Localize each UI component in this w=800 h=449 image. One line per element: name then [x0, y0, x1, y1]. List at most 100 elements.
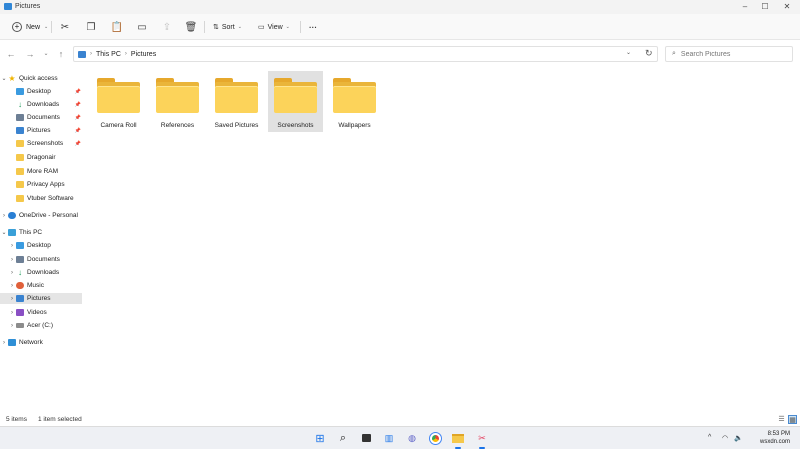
snipping-tool-icon[interactable]: ✂ [475, 431, 489, 445]
chevron-right-icon[interactable]: › [0, 213, 8, 219]
breadcrumb-separator-icon: › [124, 51, 127, 57]
view-button[interactable]: ▭ View ⌄ [258, 20, 290, 34]
search-icon: ⌕ [672, 50, 676, 57]
search-box[interactable]: ⌕ [665, 46, 793, 62]
sidebar-item-pc-drive[interactable]: › Acer (C:) [0, 320, 82, 331]
pin-icon[interactable]: 📌 [74, 115, 82, 121]
sidebar-item-vtuber-software[interactable]: Vtuber Software [0, 193, 82, 204]
sidebar-item-label: Pictures [27, 295, 51, 302]
chevron-right-icon[interactable]: › [0, 340, 8, 346]
minimize-icon[interactable]: – [736, 1, 754, 13]
pin-icon[interactable]: 📌 [74, 128, 82, 134]
star-icon: ★ [8, 74, 16, 83]
sidebar-item-dragonair[interactable]: Dragonair [0, 152, 82, 163]
sidebar-item-label: Downloads [27, 101, 60, 108]
chevron-right-icon[interactable]: › [8, 283, 16, 289]
sidebar-item-this-pc[interactable]: ⌄ This PC [0, 227, 82, 238]
task-view-icon[interactable] [359, 431, 373, 445]
folder-name: References [160, 122, 195, 129]
sidebar-item-network[interactable]: › Network [0, 337, 82, 348]
sidebar-item-pc-downloads[interactable]: › ↓ Downloads [0, 267, 82, 278]
back-arrow-icon[interactable]: ← [5, 48, 17, 60]
chevron-down-icon: ⌄ [44, 24, 49, 30]
rename-icon[interactable]: ▭ [135, 20, 149, 34]
volume-icon[interactable]: 🔈 [734, 434, 743, 442]
sidebar-item-label: Privacy Apps [27, 181, 65, 188]
sidebar-item-label: Documents [27, 114, 60, 121]
sidebar-item-pc-desktop[interactable]: › Desktop [0, 240, 82, 251]
refresh-icon[interactable]: ↻ [645, 48, 653, 59]
chevron-right-icon[interactable]: › [8, 296, 16, 302]
documents-icon [16, 256, 24, 263]
pin-icon[interactable]: 📌 [74, 141, 82, 147]
folder-icon [16, 140, 24, 147]
sidebar-item-pc-videos[interactable]: › Videos [0, 307, 82, 318]
chevron-right-icon[interactable]: › [8, 243, 16, 249]
widgets-icon[interactable]: ▥ [382, 431, 396, 445]
more-options-icon[interactable]: ··· [306, 20, 320, 34]
folder-wallpapers[interactable]: Wallpapers [327, 71, 382, 132]
sidebar-item-label: Network [19, 339, 43, 346]
address-bar[interactable]: › This PC › Pictures [73, 46, 658, 62]
pictures-location-icon [78, 50, 86, 58]
wifi-icon[interactable]: ◠ [722, 434, 728, 442]
sidebar-item-downloads[interactable]: ↓ Downloads 📌 [0, 99, 82, 110]
sidebar-item-more-ram[interactable]: More RAM [0, 166, 82, 177]
paste-icon[interactable]: 📋 [110, 20, 124, 34]
sidebar-item-privacy-apps[interactable]: Privacy Apps [0, 179, 82, 190]
sidebar-item-pictures[interactable]: Pictures 📌 [0, 125, 82, 136]
details-view-icon[interactable]: ☰ [777, 415, 786, 424]
navigation-pane: ⌄ ★ Quick access Desktop 📌 ↓ Downloads 📌… [0, 70, 82, 412]
forward-arrow-icon[interactable]: → [24, 48, 36, 60]
system-clock[interactable]: 8:53 PM wsxdn.com [750, 430, 790, 446]
delete-icon[interactable]: 🗑 [184, 20, 198, 34]
chrome-icon[interactable] [428, 431, 442, 445]
folder-icon [16, 154, 24, 161]
maximize-icon[interactable]: ☐ [756, 1, 774, 13]
file-explorer-icon[interactable] [451, 431, 465, 445]
folder-name: Wallpapers [338, 122, 371, 129]
breadcrumb-this-pc[interactable]: This PC [96, 51, 121, 58]
chevron-down-icon[interactable]: ⌄ [0, 75, 8, 82]
breadcrumb-pictures[interactable]: Pictures [131, 51, 156, 58]
chevron-right-icon[interactable]: › [8, 270, 16, 276]
sidebar-item-quick-access[interactable]: ⌄ ★ Quick access [0, 73, 82, 84]
chevron-right-icon[interactable]: › [8, 310, 16, 316]
sort-button[interactable]: ⇅ Sort ⌄ [213, 20, 242, 34]
share-icon[interactable]: ⇪ [160, 20, 174, 34]
copy-icon[interactable]: ❐ [84, 20, 98, 34]
close-icon[interactable]: ✕ [778, 1, 796, 13]
chevron-right-icon[interactable]: › [8, 323, 16, 329]
address-history-chevron-icon[interactable]: ⌄ [626, 49, 631, 56]
sidebar-item-screenshots[interactable]: Screenshots 📌 [0, 138, 82, 149]
taskbar: ⊞ ⌕ ▥ ◍ ✂ ^ ◠ 🔈 8:53 PM wsxdn.com [0, 426, 800, 449]
folder-screenshots[interactable]: Screenshots [268, 71, 323, 132]
sidebar-item-label: Videos [27, 309, 47, 316]
search-input[interactable] [680, 50, 781, 58]
cut-icon[interactable]: ✂ [58, 20, 72, 34]
pin-icon[interactable]: 📌 [74, 102, 82, 108]
sort-icon: ⇅ [213, 24, 219, 31]
folder-camera-roll[interactable]: Camera Roll [91, 71, 146, 132]
chevron-right-icon[interactable]: › [8, 257, 16, 263]
folder-references[interactable]: References [150, 71, 205, 132]
start-icon[interactable]: ⊞ [313, 431, 327, 445]
sidebar-item-desktop[interactable]: Desktop 📌 [0, 86, 82, 97]
chat-icon[interactable]: ◍ [405, 431, 419, 445]
pin-icon[interactable]: 📌 [74, 89, 82, 95]
computer-icon [8, 229, 16, 236]
search-icon[interactable]: ⌕ [336, 431, 350, 445]
large-icons-view-icon[interactable]: ▦ [788, 415, 797, 424]
up-arrow-icon[interactable]: ↑ [55, 48, 67, 60]
sidebar-item-pc-music[interactable]: › Music [0, 280, 82, 291]
chevron-up-icon[interactable]: ^ [708, 434, 711, 441]
sidebar-item-pc-documents[interactable]: › Documents [0, 254, 82, 265]
recent-locations-icon[interactable]: ⌄ [40, 48, 52, 60]
folder-saved-pictures[interactable]: Saved Pictures [209, 71, 264, 132]
sidebar-item-label: Desktop [27, 88, 51, 95]
sidebar-item-onedrive[interactable]: › OneDrive - Personal [0, 210, 82, 221]
chevron-down-icon[interactable]: ⌄ [0, 229, 8, 236]
sidebar-item-documents[interactable]: Documents 📌 [0, 112, 82, 123]
new-button[interactable]: + New ⌄ [8, 19, 52, 35]
sidebar-item-pc-pictures[interactable]: › Pictures [0, 293, 82, 304]
